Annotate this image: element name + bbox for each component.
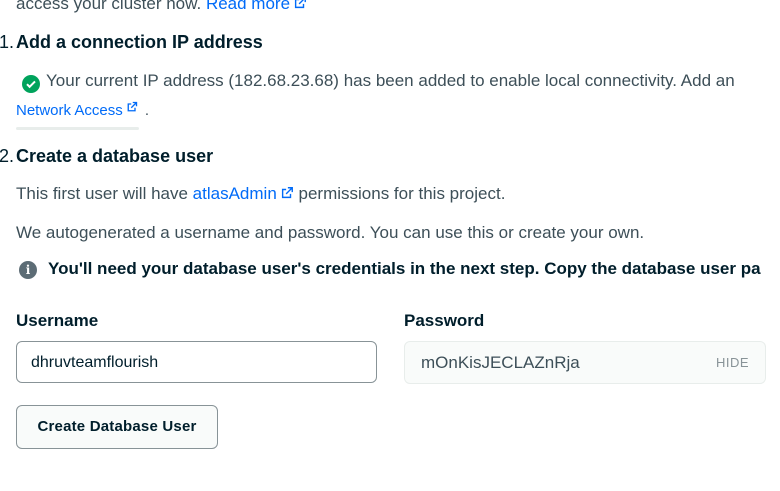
username-input[interactable]: dhruvteamflourish xyxy=(16,341,377,383)
read-more-link[interactable]: Read more xyxy=(206,0,307,13)
autogenerated-text: We autogenerated a username and password… xyxy=(16,223,645,242)
network-access-label: Network Access xyxy=(16,102,123,119)
step-1-title: Add a connection IP address xyxy=(16,32,263,52)
step-2-number: 2. xyxy=(0,146,15,166)
permissions-suffix: permissions for this project. xyxy=(298,184,506,203)
atlas-admin-label: atlasAdmin xyxy=(192,184,277,203)
password-input[interactable]: mOnKisJECLAZnRja HIDE xyxy=(404,341,766,384)
network-access-period: . xyxy=(144,102,150,119)
intro-text: access your cluster now. Read more xyxy=(16,0,307,14)
link-underline-divider xyxy=(16,127,139,130)
step-2-title: Create a database user xyxy=(16,146,214,166)
ip-added-message: Your current IP address (182.68.23.68) h… xyxy=(46,71,735,90)
username-label: Username xyxy=(16,311,99,330)
step-1-number: 1. xyxy=(0,32,15,52)
external-link-icon xyxy=(281,187,293,199)
permissions-text: This first user will have atlasAdmin per… xyxy=(16,184,505,204)
username-value: dhruvteamflourish xyxy=(31,354,159,371)
read-more-label: Read more xyxy=(205,0,291,13)
credentials-info-text: You'll need your database user's credent… xyxy=(48,259,761,278)
info-icon: i xyxy=(19,261,37,279)
network-access-link[interactable]: Network Access xyxy=(16,101,138,119)
permissions-prefix: This first user will have xyxy=(16,184,188,203)
external-link-icon xyxy=(294,0,306,9)
external-link-icon xyxy=(127,101,137,112)
password-value: mOnKisJECLAZnRja xyxy=(421,353,580,372)
network-access-row: Network Access . xyxy=(16,101,149,119)
create-database-user-button[interactable]: Create Database User xyxy=(16,405,218,449)
intro-sentence: access your cluster now. xyxy=(16,0,202,13)
hide-password-button[interactable]: HIDE xyxy=(716,342,749,383)
atlas-admin-link[interactable]: atlasAdmin xyxy=(193,184,294,203)
password-label: Password xyxy=(404,311,485,330)
check-circle-icon xyxy=(22,75,40,93)
